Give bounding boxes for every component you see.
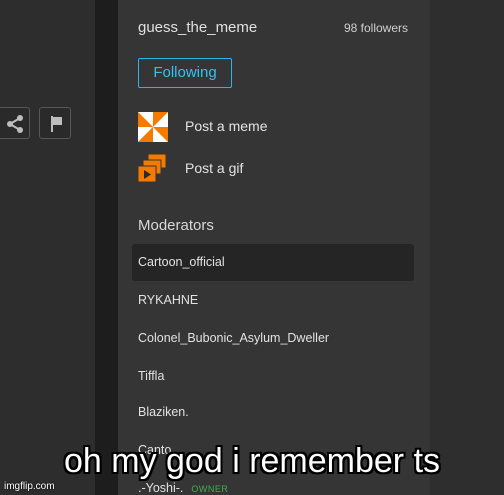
share-button[interactable] <box>0 107 30 139</box>
imgflip-watermark: imgflip.com <box>4 481 55 492</box>
left-area <box>0 0 95 495</box>
moderator-item[interactable]: Cartoon_official <box>132 244 414 281</box>
post-meme-link[interactable]: Post a meme <box>138 112 398 142</box>
meme-pinwheel-icon <box>138 112 168 142</box>
moderator-item[interactable]: RYKAHNE <box>132 282 414 319</box>
meme-caption: oh my god i remember ts <box>63 442 441 480</box>
post-meme-label: Post a meme <box>185 118 268 134</box>
flag-icon <box>51 116 62 132</box>
moderator-item[interactable]: Colonel_Bubonic_Asylum_Dweller <box>132 320 414 357</box>
moderators-heading: Moderators <box>138 217 214 234</box>
share-icon <box>7 115 23 133</box>
following-button[interactable]: Following <box>138 58 232 88</box>
moderator-item[interactable]: Blaziken. <box>132 394 414 431</box>
follower-count[interactable]: 98 followers <box>344 21 408 35</box>
left-gutter <box>95 0 118 495</box>
stream-sidebar-panel: guess_the_meme 98 followers Following Po… <box>118 0 430 495</box>
gif-frames-icon <box>138 154 167 183</box>
moderator-name: .-Yoshi-. <box>138 481 184 495</box>
post-gif-link[interactable]: Post a gif <box>138 154 398 184</box>
post-gif-label: Post a gif <box>185 160 244 176</box>
flag-button[interactable] <box>39 107 71 139</box>
right-gutter <box>430 0 504 495</box>
stream-name[interactable]: guess_the_meme <box>138 19 257 36</box>
owner-badge: OWNER <box>191 484 229 494</box>
moderator-item[interactable]: Tiffla <box>132 358 414 395</box>
